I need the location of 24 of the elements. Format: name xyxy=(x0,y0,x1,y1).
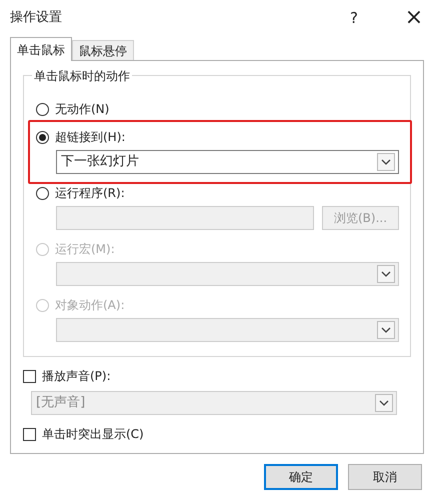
close-button[interactable]: × xyxy=(404,7,424,29)
radio-button[interactable] xyxy=(36,186,49,200)
dropdown[interactable]: 下一张幻灯片 xyxy=(56,150,399,174)
radio-label: 对象动作(A): xyxy=(55,297,125,314)
group-label: 单击鼠标时的动作 xyxy=(32,67,132,85)
radio-button[interactable] xyxy=(36,102,49,116)
checkbox[interactable] xyxy=(23,428,36,440)
dialog-button[interactable]: 取消 xyxy=(348,464,422,490)
radio-label: 无动作(N) xyxy=(55,101,110,118)
tab[interactable]: 单击鼠标 xyxy=(10,37,72,61)
dialog-button[interactable]: 确定 xyxy=(264,464,338,490)
radio-button[interactable] xyxy=(36,130,49,144)
caret-icon xyxy=(375,394,393,412)
caret-icon xyxy=(377,153,395,171)
window-title: 操作设置 xyxy=(10,9,62,28)
tab[interactable]: 鼠标悬停 xyxy=(72,40,134,60)
help-button[interactable]: ? xyxy=(344,6,364,30)
checkbox-label: 单击时突出显示(C) xyxy=(42,426,144,443)
caret-icon xyxy=(377,321,395,339)
radio-label: 运行宏(M): xyxy=(55,241,115,258)
caret-icon xyxy=(377,265,395,283)
checkbox-label: 播放声音(P): xyxy=(42,368,111,385)
radio-label: 超链接到(H): xyxy=(55,129,126,146)
radio-label: 运行程序(R): xyxy=(55,185,125,202)
